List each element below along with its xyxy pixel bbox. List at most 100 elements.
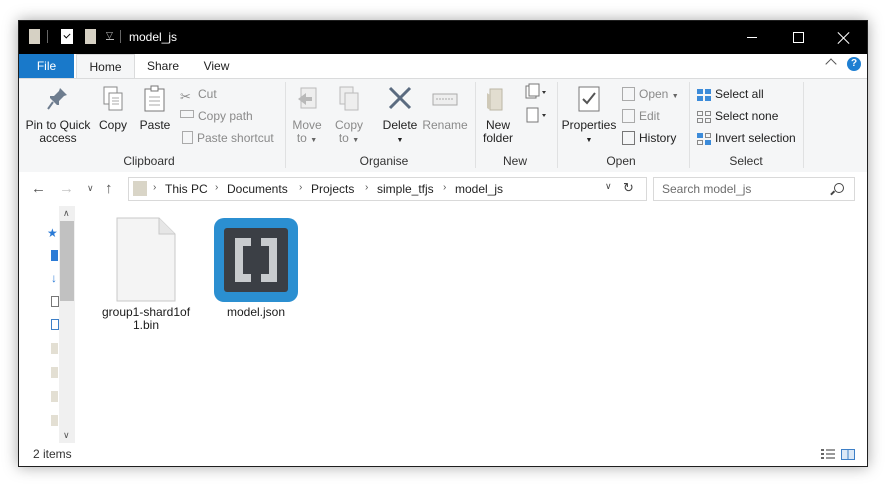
tab-view[interactable]: View xyxy=(194,54,239,78)
customize-quick-access-icon[interactable]: ▽ xyxy=(106,30,114,41)
new-item-button[interactable] xyxy=(521,83,551,106)
details-view-icon[interactable] xyxy=(821,449,835,460)
folder-icon[interactable] xyxy=(51,391,58,402)
scroll-down-icon[interactable]: ∨ xyxy=(63,430,70,441)
scrollbar-thumb[interactable] xyxy=(60,221,74,301)
breadcrumb-model-js[interactable]: model_js xyxy=(455,182,503,196)
new-folder-label-line2: folder xyxy=(482,131,514,145)
toolbar-divider xyxy=(120,30,121,43)
select-all-label: Select all xyxy=(715,87,764,101)
ribbon-group-divider xyxy=(803,82,804,168)
window-title: model_js xyxy=(129,30,178,44)
paste-button[interactable]: Paste xyxy=(135,85,175,132)
copy-to-label-line2: to xyxy=(338,131,349,145)
toolbar-divider xyxy=(47,30,48,43)
move-to-button[interactable]: Move to ▼ xyxy=(289,85,325,147)
system-menu-icon[interactable] xyxy=(29,29,40,44)
edit-button[interactable]: Edit xyxy=(622,107,660,125)
copy-path-icon xyxy=(180,109,194,118)
open-button[interactable]: Open ▼ xyxy=(622,85,679,103)
back-arrow-icon[interactable]: ← xyxy=(31,180,46,197)
ribbon-group-divider xyxy=(285,82,286,168)
address-dropdown-icon[interactable]: ∨ xyxy=(605,181,612,192)
select-none-button[interactable]: Select none xyxy=(697,107,778,125)
select-none-label: Select none xyxy=(715,109,779,123)
ribbon-group-divider xyxy=(475,82,476,168)
address-bar[interactable]: › This PC › Documents › Projects › simpl… xyxy=(128,177,647,201)
chevron-down-icon: ▼ xyxy=(585,137,593,144)
close-icon xyxy=(838,32,850,44)
tab-home[interactable]: Home xyxy=(76,54,135,79)
chevron-down-icon: ▼ xyxy=(671,93,679,100)
downloads-icon[interactable]: ↓ xyxy=(51,271,57,285)
refresh-icon[interactable]: ↻ xyxy=(623,180,634,196)
search-input[interactable]: Search model_js xyxy=(662,182,751,196)
select-all-button[interactable]: Select all xyxy=(697,85,764,103)
ribbon-group-divider xyxy=(557,82,558,168)
move-to-label-line2: to xyxy=(296,131,307,145)
folder-icon[interactable] xyxy=(51,415,58,426)
desktop-icon[interactable] xyxy=(51,250,58,261)
easy-access-icon xyxy=(526,107,546,123)
pictures-icon[interactable] xyxy=(51,319,59,330)
invert-selection-label: Invert selection xyxy=(715,131,796,145)
chevron-down-icon: ▼ xyxy=(352,137,360,144)
breadcrumb-this-pc[interactable]: This PC xyxy=(165,182,208,196)
tab-file[interactable]: File xyxy=(19,54,74,78)
file-item-model-json[interactable]: model.json xyxy=(201,217,311,319)
documents-icon[interactable] xyxy=(51,296,59,307)
maximize-icon xyxy=(792,32,804,43)
copy-to-button[interactable]: Copy to ▼ xyxy=(331,85,367,147)
nav-pane-scrollbar[interactable]: ∧ ∨ xyxy=(59,206,75,443)
close-button[interactable] xyxy=(821,21,867,54)
chevron-down-icon: ▼ xyxy=(310,137,318,144)
tab-share[interactable]: Share xyxy=(137,54,189,78)
history-button[interactable]: History xyxy=(622,129,676,147)
scroll-up-icon[interactable]: ∧ xyxy=(63,208,70,219)
breadcrumb-chevron-icon[interactable]: › xyxy=(299,182,302,193)
paste-shortcut-button[interactable]: Paste shortcut xyxy=(180,129,274,147)
properties-button[interactable]: Properties ▼ xyxy=(561,85,617,147)
help-icon[interactable]: ? xyxy=(847,57,861,71)
breadcrumb-chevron-icon[interactable]: › xyxy=(153,182,156,193)
breadcrumb-projects[interactable]: Projects xyxy=(311,182,354,196)
up-arrow-icon[interactable]: ↑ xyxy=(105,180,113,197)
search-icon[interactable] xyxy=(834,183,844,193)
folder-icon[interactable] xyxy=(51,343,58,354)
file-item-group1-shard1of1-bin[interactable]: group1-shard1of 1.bin xyxy=(91,217,201,332)
properties-icon xyxy=(578,86,600,112)
open-label: Open xyxy=(639,87,669,101)
pin-to-quick-access-button[interactable]: Pin to Quick access xyxy=(25,85,91,145)
properties-quick-icon[interactable] xyxy=(61,29,73,44)
large-icons-view-icon[interactable] xyxy=(841,449,855,460)
scissors-icon: ✂ xyxy=(180,88,191,104)
pin-icon xyxy=(47,88,67,110)
pin-label-line2: access xyxy=(39,131,77,145)
title-bar: ▽ model_js xyxy=(19,21,867,54)
folder-icon[interactable] xyxy=(51,367,58,378)
quick-access-star-icon[interactable]: ★ xyxy=(47,226,58,240)
recent-locations-icon[interactable]: ∨ xyxy=(87,183,94,194)
new-folder-quick-icon[interactable] xyxy=(85,29,96,44)
forward-arrow-icon[interactable]: → xyxy=(59,180,74,197)
breadcrumb-chevron-icon[interactable]: › xyxy=(365,182,368,193)
breadcrumb-simple-tfjs[interactable]: simple_tfjs xyxy=(377,182,434,196)
invert-selection-button[interactable]: Invert selection xyxy=(697,129,796,147)
breadcrumb-chevron-icon[interactable]: › xyxy=(443,182,446,193)
rename-button[interactable]: Rename xyxy=(421,85,469,132)
ribbon-tab-bar: File Home Share View xyxy=(19,54,867,79)
breadcrumb-chevron-icon[interactable]: › xyxy=(215,182,218,193)
maximize-button[interactable] xyxy=(775,21,821,54)
easy-access-button[interactable] xyxy=(521,106,551,129)
copy-path-button[interactable]: Copy path xyxy=(180,107,253,125)
search-box[interactable]: Search model_js xyxy=(653,177,855,201)
copy-path-label: Copy path xyxy=(198,109,253,123)
minimize-button[interactable] xyxy=(729,21,775,54)
breadcrumb-documents[interactable]: Documents xyxy=(227,182,288,196)
new-folder-button[interactable]: New folder xyxy=(479,85,517,145)
copy-icon xyxy=(103,86,123,111)
history-label: History xyxy=(639,131,677,145)
delete-button[interactable]: Delete ▼ xyxy=(377,85,423,147)
copy-button[interactable]: Copy xyxy=(95,85,131,132)
cut-button[interactable]: ✂ Cut xyxy=(180,85,217,104)
